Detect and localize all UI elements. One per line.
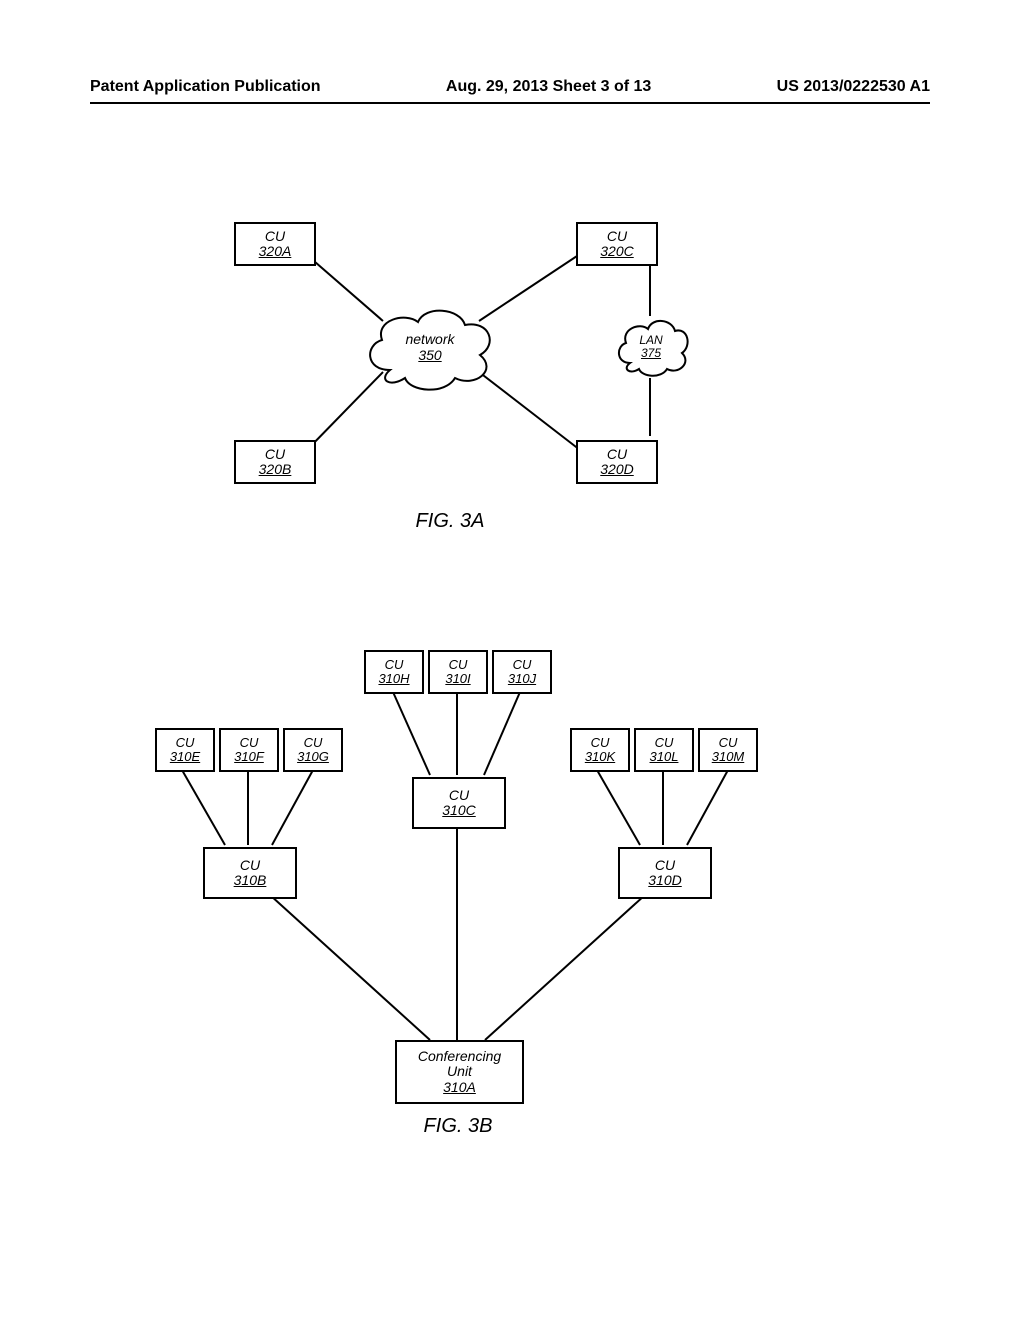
node-cu-310d: CU310D [618,847,712,899]
ref: 310D [648,872,681,888]
node-conferencing-unit-310a: Conferencing Unit310A [395,1040,524,1104]
ref: 310C [442,802,475,818]
fig3a-caption: FIG. 3A [390,510,510,533]
label: CU [607,228,627,244]
ref: 310F [234,749,264,764]
node-cu-310f: CU310F [219,728,279,772]
label: CU [265,228,285,244]
node-cu-310b: CU310B [203,847,297,899]
node-cu-310j: CU310J [492,650,552,694]
label: CU [591,735,610,750]
node-cu-310m: CU310M [698,728,758,772]
ref: 310M [712,749,745,764]
ref: 310B [234,872,267,888]
node-cu-320d: CU 320D [576,440,658,484]
node-cu-310g: CU310G [283,728,343,772]
node-cu-310l: CU310L [634,728,694,772]
label: CU [513,657,532,672]
node-cu-310e: CU310E [155,728,215,772]
label: CU [655,735,674,750]
ref: 310K [585,749,615,764]
node-cu-310c: CU310C [412,777,506,829]
label: CU [449,787,469,803]
label: Conferencing Unit [418,1048,501,1079]
node-cu-320c: CU 320C [576,222,658,266]
node-cu-310h: CU310H [364,650,424,694]
label: CU [385,657,404,672]
ref: 320C [600,243,633,259]
cloud-network: network 350 [360,300,500,395]
node-cu-310i: CU310I [428,650,488,694]
node-cu-310k: CU310K [570,728,630,772]
ref: 350 [418,347,441,363]
label: CU [449,657,468,672]
page: Patent Application Publication Aug. 29, … [0,0,1024,1320]
ref: 310A [443,1079,476,1095]
ref: 310J [508,671,536,686]
label: network [405,331,454,347]
ref: 320A [259,243,292,259]
label: LAN [639,333,662,347]
ref: 310I [445,671,470,686]
ref: 375 [641,346,661,360]
ref: 320B [259,461,292,477]
node-cu-320a: CU 320A [234,222,316,266]
ref: 310L [650,749,679,764]
node-cu-320b: CU 320B [234,440,316,484]
ref: 320D [600,461,633,477]
cloud-lan: LAN 375 [612,313,690,381]
fig3b-caption: FIG. 3B [398,1115,518,1138]
label: CU [240,735,259,750]
label: CU [240,857,260,873]
label: CU [655,857,675,873]
ref: 310E [170,749,200,764]
label: CU [304,735,323,750]
label: CU [176,735,195,750]
label: CU [265,446,285,462]
label: CU [719,735,738,750]
label: CU [607,446,627,462]
ref: 310H [378,671,409,686]
ref: 310G [297,749,329,764]
